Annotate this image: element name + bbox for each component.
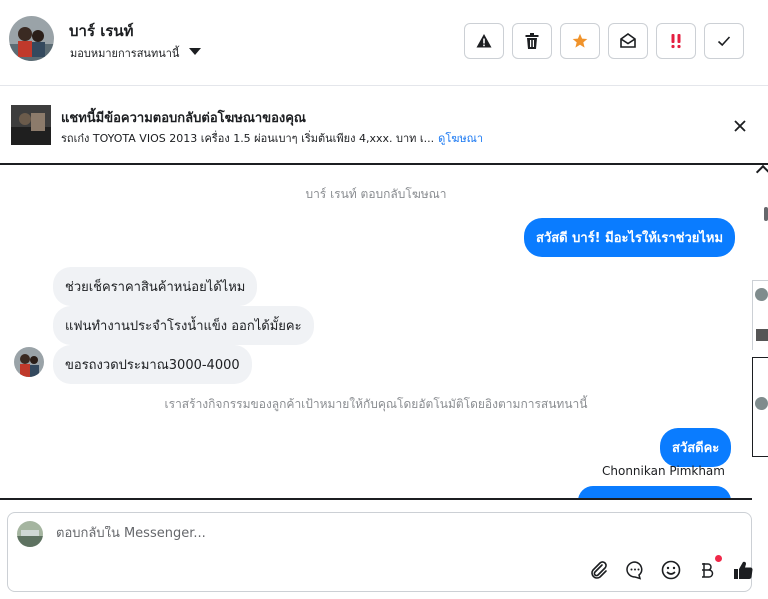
ad-thumbnail[interactable]: [11, 105, 51, 145]
view-ad-link[interactable]: ดูโฆษณา: [438, 132, 483, 145]
ad-reply-note: บาร์ เรนท์ ตอบกลับโฆษณา: [305, 187, 447, 201]
follow-up-icon: [671, 34, 681, 49]
star-icon: [572, 33, 588, 48]
conversation-actions: [464, 23, 744, 59]
close-banner-button[interactable]: [731, 117, 749, 135]
warning-icon: [476, 34, 492, 48]
assign-dropdown[interactable]: มอบหมายการสนทนานี้: [70, 44, 202, 62]
contact-name[interactable]: บาร์ เรนท์: [69, 19, 134, 43]
message-composer: [7, 512, 754, 592]
follow-up-button[interactable]: [656, 23, 696, 59]
trash-icon: [525, 33, 539, 49]
attachment-icon: [591, 561, 607, 579]
incoming-message[interactable]: แฟนทำงานประจำโรงน้ำแข็ง ออกได้มั้ยคะ: [53, 306, 314, 345]
ad-reply-banner: แชทนี้มีข้อความตอบกลับต่อโฆษณาของคุณ รถเ…: [0, 87, 768, 165]
emoji-icon: [661, 560, 681, 580]
ad-description-text: รถเก๋ง TOYOTA VIOS 2013 เครื่อง 1.5 ผ่อน…: [61, 132, 435, 145]
outgoing-message[interactable]: สวัสดี บาร์! มีอะไรให้เราช่วยไหม: [524, 218, 736, 257]
baht-payment-icon: [702, 563, 714, 578]
delete-button[interactable]: [512, 23, 552, 59]
saved-replies-button[interactable]: [624, 559, 646, 581]
page-avatar: [17, 521, 43, 547]
side-thumbnail: [756, 329, 768, 341]
composer-divider: [0, 498, 752, 500]
reply-input[interactable]: [56, 526, 616, 541]
close-icon: [734, 120, 746, 132]
report-spam-button[interactable]: [464, 23, 504, 59]
saved-reply-icon: [626, 561, 643, 580]
emoji-button[interactable]: [660, 559, 682, 581]
mark-unread-button[interactable]: [608, 23, 648, 59]
composer-tools: [588, 555, 754, 581]
sender-name: Chonnikan Pimkham: [602, 464, 725, 478]
thumbs-up-icon: [734, 561, 753, 580]
star-button[interactable]: [560, 23, 600, 59]
notification-dot: [715, 555, 722, 562]
contact-avatar[interactable]: [9, 16, 54, 61]
scroll-up-icon[interactable]: [755, 164, 768, 180]
contact-avatar-small[interactable]: [14, 347, 44, 377]
mark-done-button[interactable]: [704, 23, 744, 59]
conversation-header: บาร์ เรนท์ มอบหมายการสนทนานี้: [0, 0, 768, 86]
payment-button[interactable]: [696, 555, 722, 581]
side-panel-edge: [752, 164, 768, 499]
scrollbar-thumb[interactable]: [764, 207, 768, 221]
side-avatar: [755, 397, 768, 410]
like-button[interactable]: [732, 559, 754, 581]
mark-unread-icon: [620, 33, 636, 48]
message-thread[interactable]: บาร์ เรนท์ ตอบกลับโฆษณา สวัสดี บาร์! มีอ…: [0, 167, 752, 499]
lead-activity-note: เราสร้างกิจกรรมของลูกค้าเป้าหมายให้กับคุ…: [164, 397, 588, 411]
ad-banner-title: แชทนี้มีข้อความตอบกลับต่อโฆษณาของคุณ: [61, 111, 306, 126]
check-icon: [717, 36, 731, 47]
attach-button[interactable]: [588, 559, 610, 581]
incoming-message[interactable]: ช่วยเช็คราคาสินค้าหน่อยได้ไหม: [53, 267, 258, 306]
assign-label: มอบหมายการสนทนานี้: [70, 47, 180, 60]
outgoing-message[interactable]: สวัสดีคะ: [660, 428, 732, 467]
caret-down-icon: [189, 47, 202, 55]
ad-description: รถเก๋ง TOYOTA VIOS 2013 เครื่อง 1.5 ผ่อน…: [61, 129, 483, 147]
incoming-message[interactable]: ขอรถงวดประมาณ3000-4000: [53, 345, 252, 384]
side-avatar: [755, 288, 768, 301]
